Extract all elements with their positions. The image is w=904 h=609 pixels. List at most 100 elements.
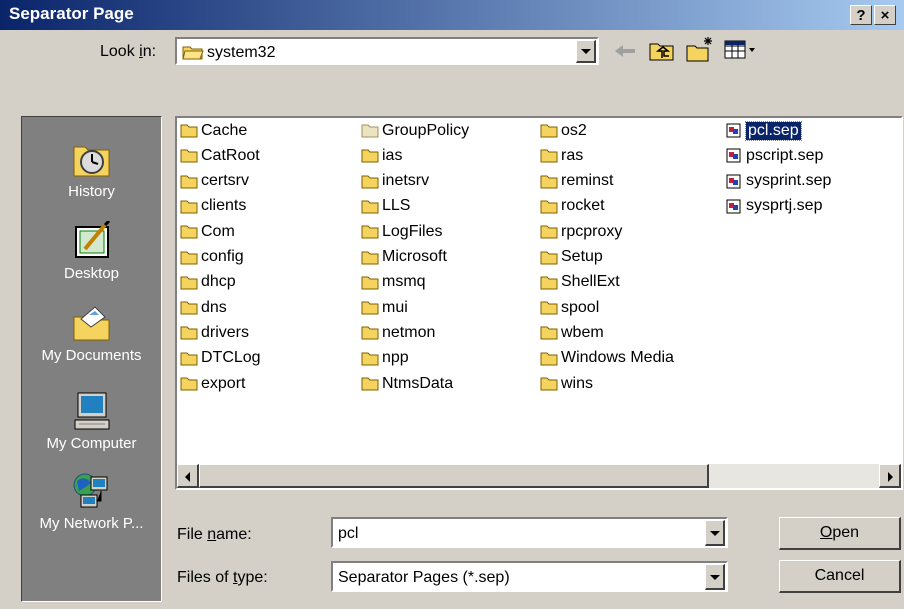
file-name-combobox[interactable]: pcl: [331, 517, 728, 548]
folder-item[interactable]: LogFiles: [361, 221, 442, 242]
folder-item[interactable]: LLS: [361, 196, 410, 217]
folder-item[interactable]: ShellExt: [540, 272, 620, 293]
file-item[interactable]: sysprint.sep: [725, 171, 831, 192]
folder-item[interactable]: Setup: [540, 247, 603, 268]
file-list[interactable]: Cache CatRoot certsrv clients Com config dhcp d…: [175, 116, 903, 490]
sep-file-icon: [726, 174, 741, 189]
item-label: ShellExt: [561, 273, 620, 291]
place-desktop[interactable]: Desktop: [22, 221, 161, 282]
folder-icon: [361, 200, 379, 214]
back-arrow-icon[interactable]: [613, 41, 637, 61]
item-label: pscript.sep: [746, 146, 824, 164]
up-one-level-icon[interactable]: [649, 38, 675, 62]
folder-item[interactable]: reminst: [540, 171, 613, 192]
folder-item[interactable]: Microsoft: [361, 247, 447, 268]
title-bar[interactable]: Separator Page ? ×: [0, 0, 904, 30]
close-icon: ×: [880, 6, 890, 24]
folder-item[interactable]: dns: [180, 297, 227, 318]
folder-item[interactable]: mui: [361, 297, 408, 318]
folder-item[interactable]: Windows Media: [540, 348, 674, 369]
item-label: netmon: [382, 323, 436, 341]
item-label: inetsrv: [382, 172, 430, 190]
folder-item[interactable]: NtmsData: [361, 373, 453, 394]
folder-item[interactable]: certsrv: [180, 171, 249, 192]
folder-item[interactable]: clients: [180, 196, 246, 217]
folder-item[interactable]: os2: [540, 120, 587, 141]
folder-item[interactable]: wbem: [540, 322, 604, 343]
close-button[interactable]: ×: [874, 5, 896, 25]
scroll-thumb[interactable]: [199, 464, 709, 488]
sep-file-icon: [726, 148, 741, 163]
folder-icon: [540, 149, 558, 163]
files-of-type-dropdown-button[interactable]: [705, 564, 725, 590]
folder-item[interactable]: GroupPolicy: [361, 120, 469, 141]
place-my-computer[interactable]: My Computer: [22, 391, 161, 452]
scroll-left-button[interactable]: [177, 464, 199, 488]
folder-item[interactable]: config: [180, 247, 244, 268]
item-label: NtmsData: [382, 374, 454, 392]
view-menu-icon[interactable]: [724, 39, 760, 61]
folder-icon: [180, 301, 198, 315]
sep-file-icon: [726, 199, 741, 214]
desktop-icon: [74, 221, 110, 258]
look-in-dropdown-button[interactable]: [576, 40, 596, 63]
scroll-right-button[interactable]: [879, 464, 901, 488]
files-of-type-value: Separator Pages (*.sep): [338, 569, 510, 586]
cancel-button[interactable]: Cancel: [779, 560, 901, 593]
folder-icon: [180, 352, 198, 366]
folder-item[interactable]: wins: [540, 373, 593, 394]
chevron-down-icon: [709, 574, 720, 580]
file-item[interactable]: pcl.sep: [725, 120, 802, 141]
folder-item[interactable]: spool: [540, 297, 599, 318]
folder-item[interactable]: CatRoot: [180, 145, 260, 166]
folder-item[interactable]: ras: [540, 145, 583, 166]
folder-icon: [180, 276, 198, 290]
place-my-network-places[interactable]: My Network P...: [22, 471, 161, 532]
folder-item[interactable]: inetsrv: [361, 171, 429, 192]
folder-item[interactable]: Cache: [180, 120, 247, 141]
open-button[interactable]: Open: [779, 517, 901, 550]
folder-item[interactable]: DTCLog: [180, 348, 261, 369]
item-label: wins: [561, 374, 594, 392]
folder-icon: [182, 46, 204, 60]
my-documents-icon: [73, 306, 109, 341]
folder-item[interactable]: rpcproxy: [540, 221, 622, 242]
item-label: config: [201, 248, 244, 265]
item-label: mui: [382, 298, 408, 316]
item-label: ias: [382, 146, 403, 164]
item-label: Setup: [561, 248, 603, 265]
new-folder-icon[interactable]: [686, 36, 714, 62]
item-label: clients: [201, 197, 247, 215]
folder-icon: [361, 251, 379, 264]
place-history[interactable]: History: [22, 139, 161, 200]
folder-item[interactable]: rocket: [540, 196, 605, 217]
file-item[interactable]: pscript.sep: [725, 145, 823, 166]
file-name-dropdown-button[interactable]: [705, 520, 725, 546]
folder-item[interactable]: ias: [361, 145, 402, 166]
help-button[interactable]: ?: [850, 5, 872, 25]
item-label: LogFiles: [382, 222, 443, 240]
folder-item[interactable]: drivers: [180, 322, 249, 343]
help-icon: ?: [856, 6, 866, 24]
files-of-type-combobox[interactable]: Separator Pages (*.sep): [331, 561, 728, 592]
folder-item[interactable]: export: [180, 373, 245, 394]
folder-item[interactable]: npp: [361, 348, 409, 369]
folder-item[interactable]: netmon: [361, 322, 435, 343]
place-my-documents[interactable]: My Documents: [22, 303, 161, 364]
my-network-places-icon: [73, 473, 107, 508]
folder-icon: [180, 200, 198, 214]
file-item[interactable]: sysprtj.sep: [725, 196, 822, 217]
folder-item[interactable]: dhcp: [180, 272, 236, 293]
item-label: LLS: [382, 197, 411, 215]
folder-icon: [361, 149, 379, 163]
folder-icon: [540, 175, 558, 189]
look-in-combobox[interactable]: system32: [175, 37, 599, 65]
folder-item[interactable]: Com: [180, 221, 235, 242]
chevron-down-icon: [709, 530, 720, 536]
folder-item[interactable]: msmq: [361, 272, 426, 293]
file-name-input[interactable]: pcl: [338, 525, 358, 543]
horizontal-scrollbar[interactable]: [177, 464, 901, 488]
folder-icon: [540, 200, 558, 214]
item-label: sysprtj.sep: [746, 197, 823, 215]
folder-icon: [361, 276, 379, 290]
